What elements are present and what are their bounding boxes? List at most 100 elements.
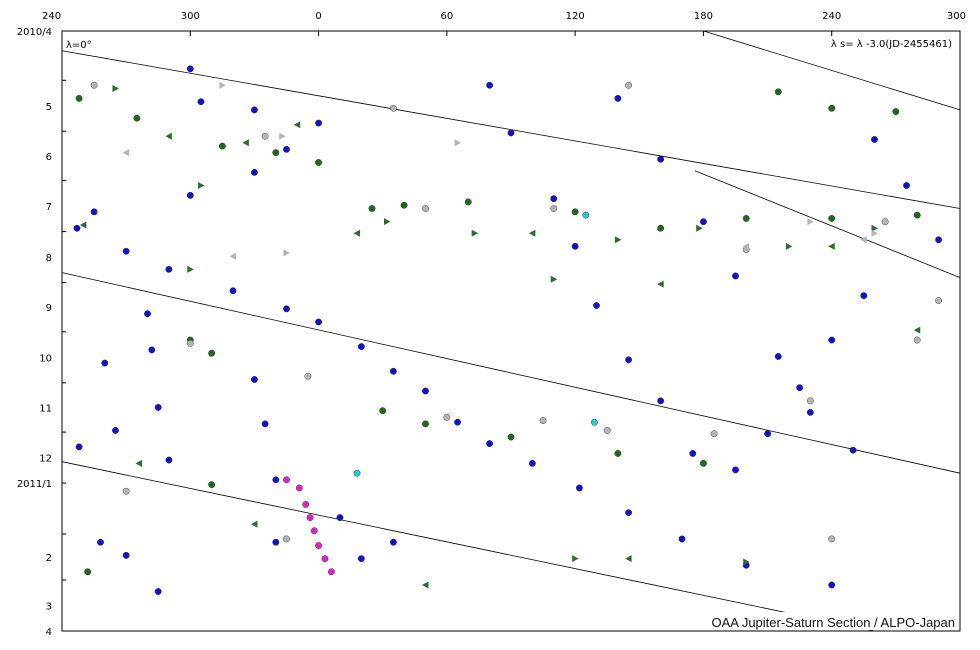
y-tick-label: 2011/1 [17, 479, 52, 490]
data-point [828, 214, 836, 222]
data-point [304, 372, 312, 380]
data-point [443, 413, 451, 421]
data-point [593, 302, 600, 309]
data-point [73, 224, 81, 232]
data-point [84, 568, 92, 576]
data-point [390, 104, 397, 112]
data-point [186, 339, 194, 347]
data-point [689, 450, 697, 457]
data-point [732, 272, 739, 280]
system-drift-label: λ s= λ -3.0(JD-2455461) [831, 39, 952, 50]
data-point [283, 145, 290, 153]
data-point [283, 305, 290, 313]
data-point [302, 501, 310, 508]
data-point [550, 195, 558, 203]
data-point [165, 456, 173, 464]
data-point [806, 408, 814, 416]
data-point [806, 397, 814, 405]
data-point [400, 201, 408, 209]
data-point [657, 397, 665, 405]
data-point [614, 94, 622, 102]
data-point [700, 459, 707, 467]
data-point [251, 106, 258, 114]
data-point [208, 481, 216, 489]
data-point [261, 420, 269, 428]
data-point [828, 535, 836, 543]
data-point [315, 159, 322, 166]
data-point [464, 198, 472, 206]
y-tick-label: 8 [46, 253, 52, 264]
y-tick-label: 12 [39, 454, 52, 465]
lambda-zero-label: λ=0° [66, 40, 92, 51]
data-point [849, 446, 857, 454]
data-point [90, 81, 98, 89]
data-point [892, 108, 900, 115]
data-point [657, 224, 665, 232]
data-point [550, 205, 558, 212]
data-point [732, 466, 739, 474]
data-point [571, 242, 579, 250]
data-point [678, 535, 686, 543]
data-point [197, 98, 205, 106]
data-point [122, 487, 130, 495]
y-tick-label: 5 [46, 102, 52, 113]
data-point [710, 430, 718, 438]
data-point [625, 509, 632, 517]
data-point [90, 208, 98, 216]
x-tick-label: 180 [694, 11, 713, 22]
data-point [272, 149, 280, 157]
data-point [614, 450, 622, 457]
data-point [148, 346, 156, 354]
data-point [603, 427, 611, 434]
data-point [315, 119, 322, 127]
data-point [357, 343, 365, 351]
data-point [379, 407, 387, 415]
data-point [261, 132, 269, 140]
data-point [657, 155, 665, 163]
x-tick-label: 300 [181, 11, 200, 22]
data-point [122, 551, 130, 559]
x-tick-label: 60 [440, 11, 453, 22]
y-tick-label: 3 [46, 602, 52, 613]
data-point [390, 367, 397, 375]
data-point [539, 417, 547, 424]
data-point [75, 94, 83, 102]
x-tick-label: 0 [315, 11, 321, 22]
data-point [860, 292, 868, 300]
data-point [935, 297, 943, 304]
data-point [306, 514, 314, 521]
data-point [368, 205, 376, 212]
data-point [75, 443, 83, 451]
data-point [507, 129, 515, 137]
x-tick-label: 240 [42, 11, 61, 22]
y-tick-label: 7 [46, 202, 52, 213]
y-tick-label: 4 [46, 627, 52, 638]
y-tick-label: 2 [46, 553, 52, 564]
data-point [283, 476, 290, 484]
data-point [571, 208, 579, 216]
data-point [154, 588, 162, 595]
y-tick-label: 11 [39, 403, 52, 414]
data-point [871, 136, 878, 143]
data-point [218, 142, 226, 150]
x-tick-label: 240 [822, 11, 841, 22]
data-point [144, 310, 151, 318]
data-point [251, 168, 258, 176]
data-point [186, 65, 194, 73]
plot-area [61, 30, 961, 632]
data-point [165, 265, 173, 273]
data-point [774, 353, 782, 360]
data-point [422, 205, 429, 212]
x-tick-label: 120 [566, 11, 585, 22]
data-point [881, 218, 889, 226]
data-point [590, 418, 598, 426]
data-point [796, 384, 804, 392]
data-point [272, 476, 280, 484]
data-point [913, 336, 921, 344]
y-tick-label: 6 [46, 152, 52, 163]
data-point [295, 484, 303, 492]
data-point [357, 555, 365, 563]
data-point [229, 287, 237, 295]
data-point [528, 459, 536, 467]
data-point [486, 440, 494, 448]
